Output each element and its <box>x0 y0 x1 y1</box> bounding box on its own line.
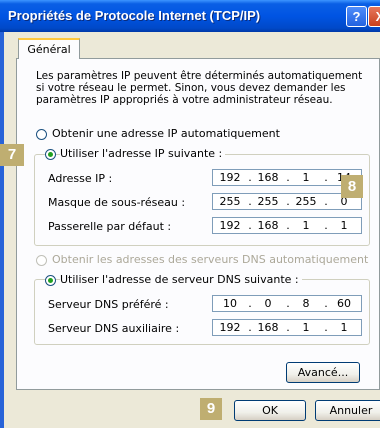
octet-separator: . <box>324 297 328 310</box>
ip-octet: 168 <box>257 171 279 184</box>
preferred-dns-label: Serveur DNS préféré : <box>48 298 169 311</box>
radio-dns-manual-label[interactable]: Utiliser l'adresse de serveur DNS suivan… <box>60 273 302 286</box>
ip-address-input[interactable]: 192. 168. 1. 14 <box>212 169 362 186</box>
octet-separator: . <box>324 195 328 208</box>
ip-octet: 60 <box>337 297 351 310</box>
callout-badge-7: 7 <box>0 144 24 166</box>
octet-separator: . <box>248 171 252 184</box>
octet-separator: . <box>248 219 252 232</box>
ip-address-label: Adresse IP : <box>48 172 113 185</box>
title-bar: Propriétés de Protocole Internet (TCP/IP… <box>0 0 380 32</box>
ip-octet: 1 <box>302 219 310 232</box>
default-gateway-input[interactable]: 192. 168. 1. 1 <box>212 217 362 234</box>
radio-dns-auto[interactable] <box>36 255 47 266</box>
window-title: Propriétés de Protocole Internet (TCP/IP… <box>8 8 261 23</box>
ip-octet: 1 <box>302 171 310 184</box>
alternate-dns-input[interactable]: 192. 168. 1. 1 <box>212 319 362 336</box>
ip-octet: 168 <box>257 219 279 232</box>
octet-separator: . <box>286 171 290 184</box>
default-gateway-label: Passerelle par défaut : <box>48 220 172 233</box>
octet-separator: . <box>248 297 252 310</box>
help-icon: ? <box>352 9 361 24</box>
radio-ip-auto-label[interactable]: Obtenir une adresse IP automatiquement <box>52 127 280 140</box>
ip-octet: 1 <box>340 321 348 334</box>
radio-dns-manual[interactable] <box>45 275 56 286</box>
octet-separator: . <box>248 321 252 334</box>
subnet-mask-label: Masque de sous-réseau : <box>48 196 186 209</box>
subnet-mask-input[interactable]: 255. 255. 255. 0 <box>212 193 362 210</box>
alternate-dns-label: Serveur DNS auxiliaire : <box>48 322 180 335</box>
octet-separator: . <box>286 219 290 232</box>
ip-octet: 10 <box>223 297 237 310</box>
tab-general[interactable]: Général <box>18 38 80 59</box>
ok-button[interactable]: OK <box>234 400 306 421</box>
preferred-dns-input[interactable]: 10. 0. 8. 60 <box>212 295 362 312</box>
ip-octet: 0 <box>264 297 272 310</box>
octet-separator: . <box>324 219 328 232</box>
octet-separator: . <box>286 321 290 334</box>
close-icon: X <box>375 9 380 24</box>
radio-ip-manual[interactable] <box>45 149 56 160</box>
octet-separator: . <box>248 195 252 208</box>
help-button[interactable]: ? <box>346 6 367 27</box>
ip-octet: 255 <box>219 195 241 208</box>
radio-ip-manual-label[interactable]: Utiliser l'adresse IP suivante : <box>60 147 226 160</box>
ip-octet: 255 <box>257 195 279 208</box>
ip-octet: 255 <box>295 195 317 208</box>
ip-octet: 168 <box>257 321 279 334</box>
callout-badge-9: 9 <box>200 398 222 420</box>
octet-separator: . <box>324 171 328 184</box>
intro-text: Les paramètres IP peuvent être déterminé… <box>36 70 363 106</box>
radio-ip-auto[interactable] <box>36 129 47 140</box>
radio-dns-auto-label[interactable]: Obtenir les adresses des serveurs DNS au… <box>52 253 368 266</box>
close-button[interactable]: X <box>368 6 380 27</box>
ip-octet: 1 <box>340 219 348 232</box>
octet-separator: . <box>286 195 290 208</box>
ip-octet: 1 <box>302 321 310 334</box>
callout-badge-8: 8 <box>341 175 363 198</box>
ip-octet: 192 <box>219 219 241 232</box>
ip-octet: 192 <box>219 171 241 184</box>
octet-separator: . <box>324 321 328 334</box>
ip-octet: 8 <box>302 297 310 310</box>
cancel-button[interactable]: Annuler <box>315 400 380 421</box>
octet-separator: . <box>286 297 290 310</box>
advanced-button[interactable]: Avancé... <box>286 362 360 383</box>
ip-octet: 192 <box>219 321 241 334</box>
